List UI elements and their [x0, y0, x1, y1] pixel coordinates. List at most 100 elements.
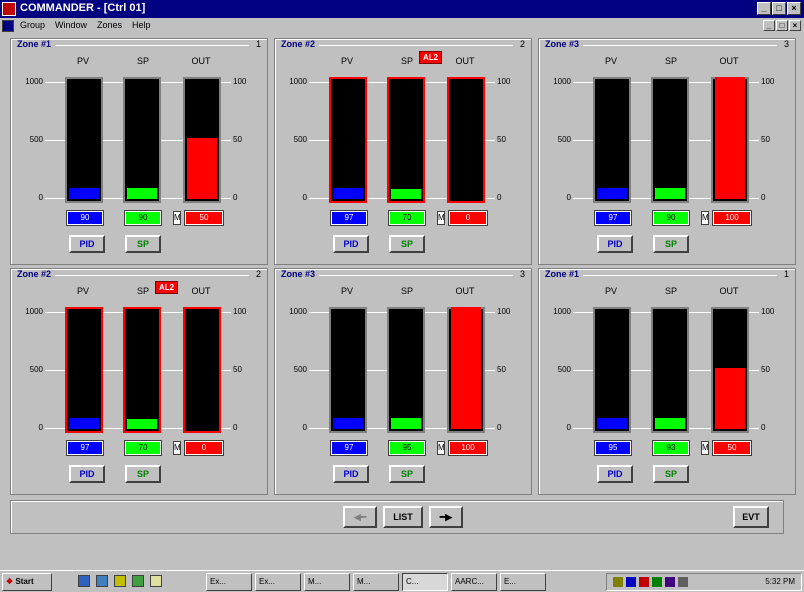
zone-title: Zone #2 [281, 39, 316, 49]
zone-panel-4: Zone #2 2 AL2 PV SP OUT 1000 500 0 100 5… [10, 268, 268, 495]
out-fill [187, 138, 217, 199]
taskbar-item-2[interactable]: Ex... [255, 573, 301, 591]
menu-zones[interactable]: Zones [97, 20, 122, 30]
explorer-icon[interactable] [150, 575, 162, 587]
pid-button[interactable]: PID [597, 235, 633, 253]
channel-icon[interactable] [132, 575, 144, 587]
sp-bar [651, 77, 689, 203]
sp-bar [123, 77, 161, 203]
pid-button[interactable]: PID [69, 235, 105, 253]
out-readout[interactable]: 100 [448, 440, 488, 456]
scale-max-left: 1000 [289, 307, 307, 316]
maximize-button[interactable]: □ [772, 2, 786, 15]
list-button[interactable]: LIST [383, 506, 423, 528]
pv-bar [329, 77, 367, 203]
start-button[interactable]: ❖ Start [2, 573, 52, 591]
tray-icon-1[interactable] [613, 577, 623, 587]
tray-icon-5[interactable] [665, 577, 675, 587]
clock[interactable]: 5:32 PM [765, 574, 795, 590]
manual-mode-flag[interactable]: M [173, 211, 181, 225]
sp-button[interactable]: SP [125, 465, 161, 483]
zone-panel-5: Zone #3 3 PV SP OUT 1000 500 0 100 50 0 … [274, 268, 532, 495]
scale-mid-left: 500 [557, 135, 571, 144]
desktop-icon[interactable] [96, 575, 108, 587]
scale-min-right: 0 [761, 423, 766, 432]
manual-mode-flag[interactable]: M [701, 211, 709, 225]
out-label: OUT [455, 56, 475, 66]
scale-min-left: 0 [302, 193, 307, 202]
out-readout[interactable]: 0 [184, 440, 224, 456]
out-readout[interactable]: 0 [448, 210, 488, 226]
scale-mid-right: 50 [761, 365, 770, 374]
sp-label: SP [400, 56, 413, 66]
outlook-icon[interactable] [114, 575, 126, 587]
sp-readout[interactable]: 90 [124, 210, 162, 226]
scale-max-left: 1000 [25, 77, 43, 86]
sp-button[interactable]: SP [389, 235, 425, 253]
scale-min-right: 0 [761, 193, 766, 202]
menu-window[interactable]: Window [55, 20, 87, 30]
scale-mid-right: 50 [497, 135, 506, 144]
manual-mode-flag[interactable]: M [437, 211, 445, 225]
menu-help[interactable]: Help [132, 20, 151, 30]
menu-group[interactable]: Group [20, 20, 45, 30]
pv-bar [593, 77, 631, 203]
app-icon[interactable] [2, 2, 16, 16]
taskbar-item-4[interactable]: M... [353, 573, 399, 591]
zone-number: 1 [783, 269, 789, 279]
out-readout[interactable]: 100 [712, 210, 752, 226]
close-button[interactable]: × [787, 2, 801, 15]
sp-button[interactable]: SP [653, 235, 689, 253]
zone-number: 1 [255, 39, 261, 49]
pv-readout: 97 [594, 210, 632, 226]
pv-readout: 97 [66, 440, 104, 456]
manual-mode-flag[interactable]: M [437, 441, 445, 455]
mdi-close-button[interactable]: × [789, 20, 801, 31]
manual-mode-flag[interactable]: M [173, 441, 181, 455]
out-bar [711, 307, 749, 433]
sp-readout[interactable]: 70 [388, 210, 426, 226]
sp-label: SP [136, 286, 149, 296]
pv-fill [333, 418, 363, 429]
scale-max-left: 1000 [553, 77, 571, 86]
pid-button[interactable]: PID [333, 235, 369, 253]
taskbar-item-5[interactable]: C... [402, 573, 448, 591]
sp-readout[interactable]: 70 [124, 440, 162, 456]
out-label: OUT [191, 286, 211, 296]
sp-readout[interactable]: 90 [652, 210, 690, 226]
sp-button[interactable]: SP [125, 235, 161, 253]
tray-icon-4[interactable] [652, 577, 662, 587]
sp-button[interactable]: SP [653, 465, 689, 483]
minimize-button[interactable]: _ [757, 2, 771, 15]
pid-button[interactable]: PID [597, 465, 633, 483]
mdi-restore-button[interactable]: □ [776, 20, 788, 31]
document-icon[interactable] [2, 20, 14, 32]
taskbar-item-1[interactable]: Ex... [206, 573, 252, 591]
sp-bar [123, 307, 161, 433]
system-tray: 5:32 PM [606, 573, 802, 591]
tray-icon-2[interactable] [626, 577, 636, 587]
pid-button[interactable]: PID [333, 465, 369, 483]
sp-readout[interactable]: 93 [652, 440, 690, 456]
out-label: OUT [191, 56, 211, 66]
out-readout[interactable]: 50 [712, 440, 752, 456]
tray-icon-3[interactable] [639, 577, 649, 587]
manual-mode-flag[interactable]: M [701, 441, 709, 455]
volume-icon[interactable] [678, 577, 688, 587]
taskbar-item-7[interactable]: E... [500, 573, 546, 591]
previous-arrow-button[interactable]: ◀━ [343, 506, 377, 528]
scale-max-right: 100 [233, 77, 247, 86]
sp-fill [127, 188, 157, 199]
out-readout[interactable]: 50 [184, 210, 224, 226]
sp-button[interactable]: SP [389, 465, 425, 483]
mdi-minimize-button[interactable]: _ [763, 20, 775, 31]
sp-readout[interactable]: 95 [388, 440, 426, 456]
quick-launch [78, 575, 162, 587]
events-button[interactable]: EVT [733, 506, 769, 528]
taskbar-item-6[interactable]: AARC... [451, 573, 497, 591]
next-arrow-button[interactable]: ━▶ [429, 506, 463, 528]
ie-icon[interactable] [78, 575, 90, 587]
pid-button[interactable]: PID [69, 465, 105, 483]
taskbar-item-3[interactable]: M... [304, 573, 350, 591]
out-bar [447, 307, 485, 433]
